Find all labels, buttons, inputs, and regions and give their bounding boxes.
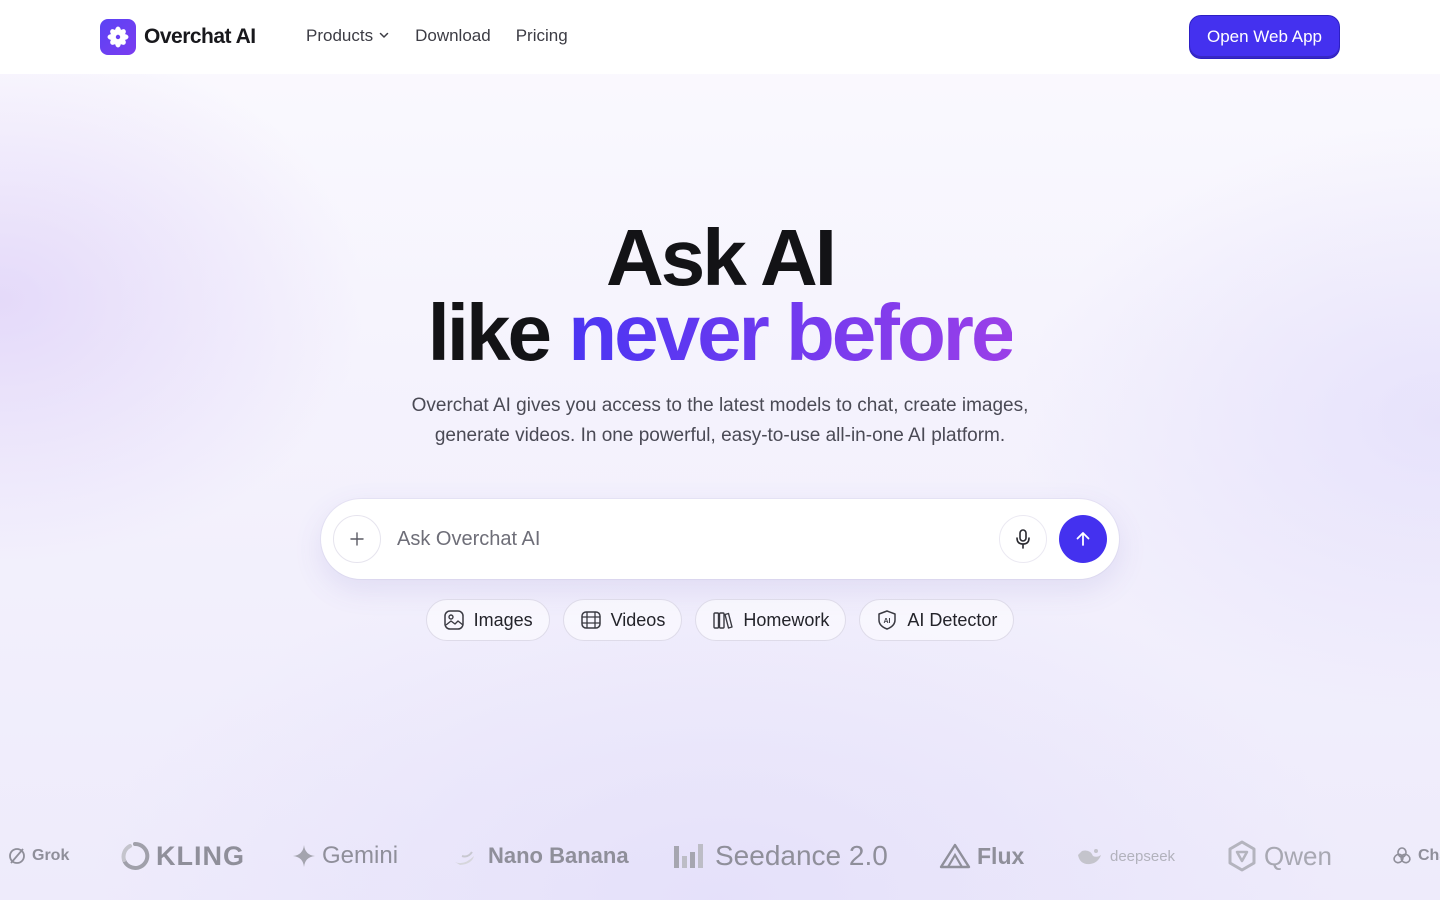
nav-pricing[interactable]: Pricing: [516, 26, 568, 46]
model-logo-gemini: Gemini: [292, 836, 398, 876]
hero-subtitle-line1: Overchat AI gives you access to the late…: [411, 395, 1029, 416]
grok-icon: [8, 847, 26, 865]
nav-pricing-label: Pricing: [515, 26, 568, 45]
nav-download-label: Download: [415, 26, 491, 45]
shield-ai-icon: AI: [876, 609, 898, 631]
hero-subtitle-line2: generate videos. In one powerful, easy-t…: [434, 425, 1006, 446]
hero-title-plain: like: [427, 288, 552, 377]
chatgpt-icon: [1392, 846, 1412, 866]
model-name-nano-banana: Nano Banana: [488, 843, 629, 868]
hero-title-line2: like never before: [0, 293, 1440, 373]
attach-button[interactable]: [333, 515, 381, 563]
model-logo-chatgpt: Cha: [1392, 836, 1440, 876]
voice-input-button[interactable]: [999, 515, 1047, 563]
microphone-icon: [1016, 529, 1030, 549]
model-logo-qwen: Qwen: [1226, 836, 1332, 876]
site-header: Overchat AI Products Download Pricing Op…: [0, 0, 1440, 74]
nav-download[interactable]: Download: [415, 26, 491, 46]
flux-icon: [939, 843, 971, 869]
plus-icon: [350, 532, 364, 546]
chip-homework-label: Homework: [743, 609, 830, 630]
quick-actions: Images Videos Homework AI AI Detector: [0, 599, 1440, 641]
books-icon: [712, 609, 734, 631]
banana-icon: [452, 844, 482, 868]
video-icon: [580, 609, 602, 631]
model-name-kling: KLING: [156, 840, 245, 871]
svg-text:AI: AI: [884, 618, 891, 625]
prompt-bar: [321, 499, 1119, 579]
hero-title-line1: Ask AI: [605, 213, 837, 302]
chevron-down-icon: [378, 26, 390, 46]
model-logo-nano-banana: Nano Banana: [452, 836, 629, 876]
model-name-seedance: Seedance 2.0: [715, 840, 888, 871]
hero-subtitle: Overchat AI gives you access to the late…: [370, 391, 1070, 451]
logo-text: Overchat AI: [144, 25, 256, 48]
logo-flower-icon: [100, 19, 136, 55]
image-icon: [443, 609, 465, 631]
kling-icon: [120, 841, 150, 871]
arrow-up-icon: [1076, 532, 1090, 546]
nav-products-label: Products: [306, 26, 374, 45]
model-name-chatgpt: Cha: [1418, 847, 1440, 864]
model-logo-seedance: Seedance 2.0: [673, 836, 888, 876]
model-logo-grok: Grok: [8, 836, 69, 876]
model-name-qwen: Qwen: [1264, 840, 1332, 871]
open-web-app-button[interactable]: Open Web App: [1189, 15, 1340, 59]
seedance-icon: [673, 842, 709, 870]
hero-title-accent: never before: [568, 288, 1015, 377]
logo[interactable]: Overchat AI: [100, 19, 256, 55]
chip-videos[interactable]: Videos: [562, 599, 683, 641]
chip-images[interactable]: Images: [425, 599, 550, 641]
model-logo-strip: Grok KLING Gemini Nano Banana Seedance 2…: [0, 836, 1440, 876]
qwen-icon: [1226, 840, 1258, 872]
model-name-deepseek: deepseek: [1110, 847, 1176, 865]
chip-ai-detector-label: AI Detector: [907, 609, 998, 630]
nav-products[interactable]: Products: [306, 26, 390, 46]
model-name-grok: Grok: [32, 847, 70, 864]
gemini-icon: [292, 844, 316, 868]
main-nav: Products Download Pricing: [306, 26, 593, 46]
send-button[interactable]: [1059, 515, 1107, 563]
model-logo-deepseek: deepseek: [1076, 836, 1175, 876]
model-name-flux: Flux: [977, 842, 1025, 869]
model-logo-flux: Flux: [939, 836, 1024, 876]
chip-images-label: Images: [473, 609, 533, 630]
chip-ai-detector[interactable]: AI AI Detector: [859, 599, 1015, 641]
model-logo-kling: KLING: [120, 836, 245, 876]
prompt-input[interactable]: [397, 523, 977, 555]
chip-homework[interactable]: Homework: [695, 599, 847, 641]
deepseek-icon: [1076, 845, 1104, 867]
chip-videos-label: Videos: [610, 609, 666, 630]
model-name-gemini: Gemini: [322, 842, 399, 869]
